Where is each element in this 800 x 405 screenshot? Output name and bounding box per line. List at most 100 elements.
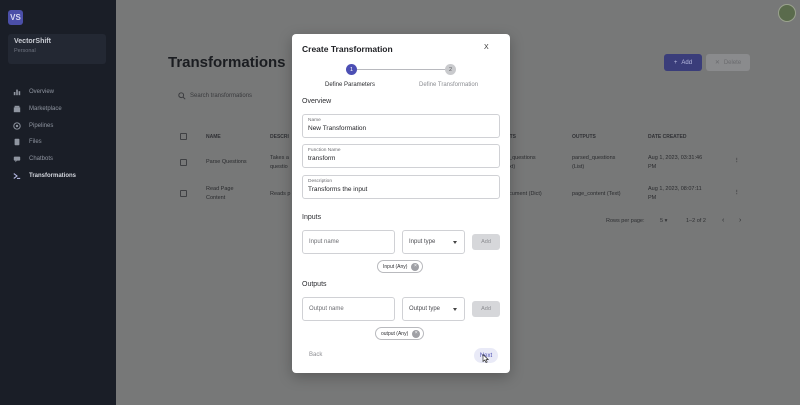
table-header-description: DESCRI	[270, 134, 289, 140]
table-header-outputs: OUTPUTS	[572, 134, 596, 140]
modal-title: Create Transformation	[302, 44, 393, 54]
sidebar-item-marketplace[interactable]: Marketplace	[8, 101, 108, 118]
row-date-cont: PM	[648, 195, 657, 201]
name-field-label: Name	[308, 118, 321, 123]
row-outputs: parsed_questions	[572, 155, 616, 161]
table-header-name: NAME	[206, 134, 221, 140]
add-input-button[interactable]: Add	[472, 234, 500, 250]
sidebar-item-label: Transformations	[29, 172, 77, 179]
chevron-down-icon: ▾	[664, 218, 668, 224]
avatar[interactable]	[778, 4, 796, 22]
input-chip: Input (Any) ×	[377, 260, 424, 273]
output-chip-label: output (Any)	[381, 330, 409, 337]
sidebar-item-label: Overview	[29, 89, 55, 96]
search-placeholder: Search transformations	[190, 93, 253, 99]
output-name-placeholder: Output name	[309, 306, 344, 312]
delete-button[interactable]: ✕ Delete	[706, 54, 750, 71]
output-chip: output (Any) ×	[375, 327, 425, 340]
output-type-placeholder: Output type	[409, 306, 441, 312]
row-outputs: page_content (Text)	[572, 191, 621, 197]
rows-per-page-label: Rows per page:	[606, 218, 645, 224]
sidebar-item-transformations[interactable]: Transformations	[8, 167, 108, 184]
function-name-value: transform	[308, 155, 336, 162]
sidebar-item-label: Files	[29, 139, 42, 146]
inputs-heading: Inputs	[302, 214, 322, 221]
add-button-label: Add	[681, 59, 693, 66]
file-icon	[14, 139, 20, 146]
overview-heading: Overview	[302, 98, 332, 105]
search-icon	[178, 92, 186, 100]
transform-icon	[13, 172, 21, 179]
row-checkbox[interactable]	[180, 159, 187, 166]
more-icon[interactable]: ⋮	[734, 189, 740, 198]
sidebar: VS VectorShift Personal Overview Marketp…	[0, 0, 116, 405]
sidebar-nav: Overview Marketplace Pipelines Files Cha…	[8, 84, 108, 184]
remove-icon[interactable]: ×	[412, 329, 421, 338]
sidebar-item-pipelines[interactable]: Pipelines	[8, 117, 108, 134]
row-date: Aug 1, 2023, 03:31:46	[648, 155, 703, 161]
sidebar-item-label: Pipelines	[29, 122, 54, 129]
row-name: Parse Questions	[206, 159, 247, 165]
input-chip-label: Input (Any)	[383, 263, 408, 270]
close-button[interactable]: X	[484, 44, 489, 51]
org-name: VectorShift	[14, 38, 51, 45]
step-2-indicator: 2	[445, 64, 456, 75]
store-icon	[13, 105, 21, 113]
row-description: Takes a	[270, 155, 289, 161]
description-value: Transforms the input	[308, 186, 368, 193]
row-date: Aug 1, 2023, 08:07:11	[648, 186, 702, 192]
pipeline-icon	[13, 122, 21, 130]
sidebar-item-overview[interactable]: Overview	[8, 84, 108, 101]
rows-per-page-select[interactable]: 5 ▾	[660, 218, 667, 224]
delete-button-label: Delete	[723, 59, 742, 66]
input-type-select[interactable]: Input type	[402, 230, 465, 254]
chevron-down-icon	[453, 241, 457, 244]
sidebar-item-files[interactable]: Files	[8, 134, 108, 151]
function-name-label: Function Name	[308, 148, 341, 153]
outputs-heading: Outputs	[302, 281, 327, 288]
create-transformation-modal: Create Transformation X 1 2 Define Param…	[292, 34, 510, 373]
chat-icon	[13, 156, 21, 163]
step-1-label: Define Parameters	[325, 82, 376, 88]
more-icon[interactable]: ⋮	[734, 157, 740, 166]
bar-chart-icon	[13, 89, 21, 96]
input-name-placeholder: Input name	[309, 239, 340, 245]
search-input[interactable]: Search transformations	[178, 92, 252, 100]
select-all-checkbox[interactable]	[180, 133, 187, 140]
table-header-date-created: DATE CREATED	[648, 134, 687, 140]
stepper-connector	[355, 69, 445, 70]
app-logo[interactable]: VS	[8, 10, 23, 25]
plus-icon: +	[673, 59, 678, 66]
row-description-cont: questio	[270, 164, 288, 170]
org-switcher[interactable]: VectorShift Personal	[8, 34, 106, 64]
sidebar-item-chatbots[interactable]: Chatbots	[8, 151, 108, 168]
name-field-value: New Transformation	[308, 125, 367, 132]
output-name-field[interactable]: Output name	[302, 297, 395, 321]
row-date-cont: PM	[648, 164, 657, 170]
add-output-button[interactable]: Add	[472, 301, 500, 317]
description-field[interactable]: Description Transforms the input	[302, 175, 500, 199]
sidebar-item-label: Marketplace	[29, 106, 62, 113]
page-title: Transformations	[168, 54, 286, 71]
add-button[interactable]: + Add	[664, 54, 702, 71]
pagination-range: 1–2 of 2	[686, 218, 706, 224]
back-button[interactable]: Back	[309, 352, 322, 358]
chevron-right-icon[interactable]: ›	[739, 217, 741, 224]
row-inputs: e_questions	[506, 155, 536, 161]
remove-icon[interactable]: ×	[411, 262, 420, 271]
mouse-cursor-icon	[482, 354, 489, 363]
row-checkbox[interactable]	[180, 190, 187, 197]
close-icon: ✕	[714, 60, 720, 66]
step-1-indicator: 1	[346, 64, 357, 75]
name-field[interactable]: Name New Transformation	[302, 114, 500, 138]
row-inputs: ocument (Dict)	[506, 191, 542, 197]
output-type-select[interactable]: Output type	[402, 297, 465, 321]
chevron-down-icon	[453, 308, 457, 311]
chevron-left-icon[interactable]: ‹	[722, 217, 724, 224]
function-name-field[interactable]: Function Name transform	[302, 144, 500, 168]
sidebar-item-label: Chatbots	[29, 156, 54, 163]
row-name: Read Page	[206, 186, 234, 192]
org-sub: Personal	[14, 48, 36, 54]
row-name-cont: Content	[206, 195, 226, 201]
input-name-field[interactable]: Input name	[302, 230, 395, 254]
